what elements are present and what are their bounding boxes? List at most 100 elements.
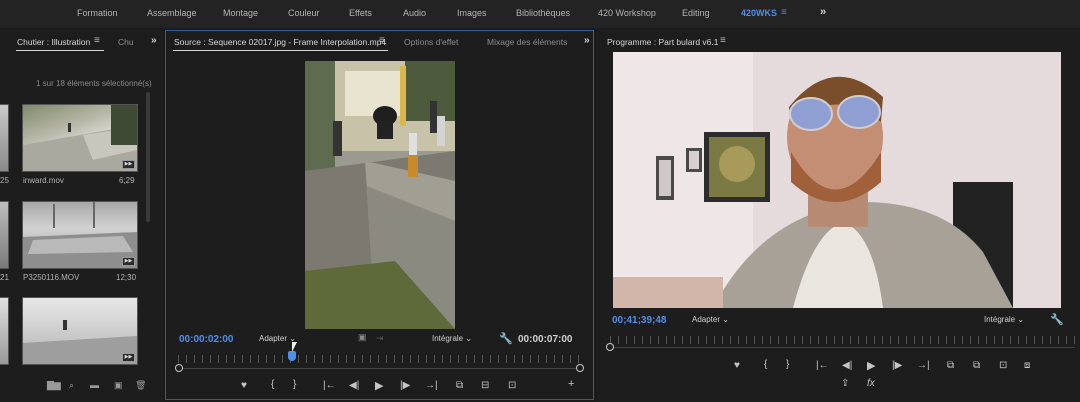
step-back-icon[interactable]: ◀| xyxy=(349,380,359,391)
source-zoom-handle-right[interactable] xyxy=(576,364,584,372)
overwrite-clip-icon[interactable]: ⊟ xyxy=(481,380,489,391)
source-zoom-dropdown[interactable]: Adapter ⌄ xyxy=(259,334,296,343)
workspace-tab-formation[interactable]: Formation xyxy=(77,8,118,18)
workspace-tab-420-workshop[interactable]: 420 Workshop xyxy=(598,8,656,18)
program-panel-menu-icon[interactable]: ≡ xyxy=(720,35,726,46)
clip-thumbnail-partial[interactable] xyxy=(0,201,9,269)
wrench-icon[interactable]: 🔧 xyxy=(1050,313,1064,326)
source-current-timecode[interactable]: 00:00:02:00 xyxy=(179,334,233,345)
clip-thumbnail-image xyxy=(23,320,137,364)
source-time-ruler[interactable] xyxy=(178,355,582,363)
mark-in-icon[interactable]: { xyxy=(764,359,767,370)
lift-icon[interactable]: ⧉ xyxy=(947,360,954,371)
safe-margins-icon[interactable]: ▣ xyxy=(358,332,367,343)
add-marker-icon[interactable]: ♥ xyxy=(734,360,740,371)
program-video-frame[interactable] xyxy=(613,52,1061,308)
program-time-ruler[interactable] xyxy=(610,336,1075,344)
tab-audio-clip-mixer[interactable]: Mixage des éléments xyxy=(487,37,567,47)
search-icon[interactable]: ⌕ xyxy=(69,380,74,391)
comparison-view-icon[interactable]: ⧈ xyxy=(1024,360,1030,371)
mark-out-icon[interactable]: } xyxy=(786,359,789,370)
extract-icon[interactable]: ⧉ xyxy=(973,360,980,371)
tab-program[interactable]: Programme : Part bulard v6.1 xyxy=(607,37,719,47)
source-zoom-handle-left[interactable] xyxy=(175,364,183,372)
source-playhead[interactable] xyxy=(288,351,296,361)
wrench-icon[interactable]: 🔧 xyxy=(499,332,513,345)
go-to-in-icon[interactable]: |← xyxy=(323,380,336,391)
program-zoom-dropdown[interactable]: Adapter ⌄ xyxy=(692,315,729,324)
active-tab-underline xyxy=(173,50,388,51)
workspace-overflow-icon[interactable]: » xyxy=(820,6,826,18)
program-current-timecode[interactable]: 00;41;39;48 xyxy=(612,315,666,326)
workspace-tab-420wks[interactable]: 420WKS xyxy=(741,8,777,18)
clip-name: P3250116.MOV xyxy=(23,273,80,282)
workspace-tab-effets[interactable]: Effets xyxy=(349,8,372,18)
insert-icon[interactable]: ⇥ xyxy=(376,333,384,344)
insert-clip-icon[interactable]: ⧉ xyxy=(456,380,463,391)
workspace-menu-icon[interactable]: ≡ xyxy=(781,7,787,18)
clip-thumbnail[interactable]: ▶▶ xyxy=(22,104,138,172)
go-to-out-icon[interactable]: →| xyxy=(425,380,438,391)
chevron-down-icon: ⌄ xyxy=(465,334,473,343)
clip-thumbnail-partial[interactable] xyxy=(0,104,9,172)
program-quality-dropdown[interactable]: Intégrale ⌄ xyxy=(984,315,1024,324)
workspace-tab-assemblage[interactable]: Assemblage xyxy=(147,8,197,18)
source-panel-more-icon[interactable]: » xyxy=(584,35,590,46)
chevron-down-icon: ⌄ xyxy=(1017,315,1025,324)
bin-panel-menu-icon[interactable]: ≡ xyxy=(94,35,100,46)
active-tab-underline xyxy=(16,50,104,51)
clip-thumbnail[interactable]: ▶▶ xyxy=(22,201,138,269)
bin-panel-more-icon[interactable]: » xyxy=(151,35,157,46)
workspace-tab-audio[interactable]: Audio xyxy=(403,8,426,18)
video-badge-icon: ▶▶ xyxy=(122,353,135,362)
workspace-tab-editing[interactable]: Editing xyxy=(682,8,710,18)
folder-icon[interactable]: ▬ xyxy=(90,380,99,390)
mark-out-icon[interactable]: } xyxy=(293,379,296,390)
step-forward-icon[interactable]: |▶ xyxy=(892,360,902,371)
program-quality-value: Intégrale xyxy=(984,315,1016,324)
new-item-icon[interactable]: ▣ xyxy=(114,380,123,391)
source-video-image xyxy=(305,61,455,329)
tab-bin-illustration[interactable]: Chutier : Illustration xyxy=(17,37,90,47)
workspace-tab-montage[interactable]: Montage xyxy=(223,8,258,18)
workspace-tab-images[interactable]: Images xyxy=(457,8,487,18)
step-back-icon[interactable]: ◀| xyxy=(842,360,852,371)
program-zoom-handle-left[interactable] xyxy=(606,343,614,351)
camera-icon[interactable]: ⊡ xyxy=(508,380,516,391)
source-timeline-track[interactable] xyxy=(178,368,582,369)
source-zoom-value: Adapter xyxy=(259,334,288,343)
play-icon[interactable]: ▶ xyxy=(375,379,383,392)
camera-icon[interactable]: ⊡ xyxy=(999,360,1007,371)
source-panel-menu-icon[interactable]: ≡ xyxy=(379,35,385,46)
step-forward-icon[interactable]: |▶ xyxy=(400,380,410,391)
play-icon[interactable]: ▶ xyxy=(867,359,875,372)
go-to-in-icon[interactable]: |← xyxy=(816,360,829,371)
workspace-tab-couleur[interactable]: Couleur xyxy=(288,8,320,18)
workspace-bar: Formation Assemblage Montage Couleur Eff… xyxy=(0,0,1080,28)
workspace-tab-bibliotheques[interactable]: Bibliothèques xyxy=(516,8,570,18)
clip-duration: 6;29 xyxy=(119,176,135,185)
export-frame-icon[interactable]: ⇪ xyxy=(841,378,849,389)
bin-selection-status: 1 sur 18 éléments sélectionné(s) xyxy=(36,79,152,88)
tab-effect-options[interactable]: Options d'effet xyxy=(404,37,458,47)
video-badge-icon: ▶▶ xyxy=(122,257,135,266)
program-zoom-value: Adapter xyxy=(692,315,721,324)
tab-bin-other[interactable]: Chu xyxy=(118,37,134,47)
go-to-out-icon[interactable]: →| xyxy=(917,360,930,371)
source-quality-dropdown[interactable]: Intégrale ⌄ xyxy=(432,334,472,343)
program-timeline-track[interactable] xyxy=(610,347,1075,348)
chevron-down-icon: ⌄ xyxy=(722,315,729,324)
new-bin-icon[interactable]: ▇▆ xyxy=(47,380,61,391)
clip-thumbnail-partial[interactable] xyxy=(0,297,9,365)
add-marker-icon[interactable]: ♥ xyxy=(241,380,247,391)
bin-scrollbar[interactable] xyxy=(146,92,150,222)
fx-icon[interactable]: fx xyxy=(867,378,875,389)
button-editor-icon[interactable]: + xyxy=(568,378,574,390)
trash-icon[interactable]: 🗑 xyxy=(135,380,146,391)
source-video-frame[interactable] xyxy=(305,61,455,329)
mouse-cursor-icon xyxy=(292,342,300,352)
mark-in-icon[interactable]: { xyxy=(271,379,274,390)
tab-source[interactable]: Source : Sequence 02017.jpg - Frame Inte… xyxy=(174,37,386,47)
clip-thumbnail[interactable]: ▶▶ xyxy=(22,297,138,365)
video-badge-icon: ▶▶ xyxy=(122,160,135,169)
